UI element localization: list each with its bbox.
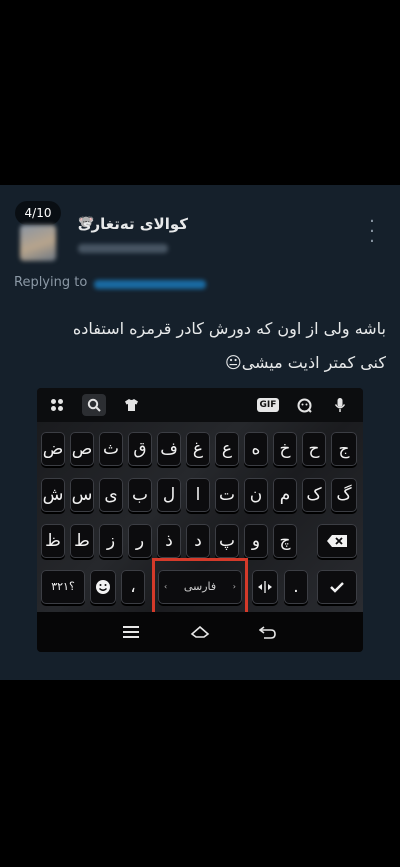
apps-grid-icon[interactable] — [45, 394, 69, 416]
key[interactable]: ص — [70, 432, 94, 466]
key[interactable]: ب — [128, 478, 152, 512]
author-handle-blurred — [78, 244, 168, 253]
key[interactable]: م — [273, 478, 297, 512]
backspace-key[interactable] — [317, 524, 357, 558]
key[interactable]: ف — [157, 432, 181, 466]
key[interactable]: ط — [70, 524, 94, 558]
navigation-bar — [37, 612, 363, 652]
key[interactable]: ل — [157, 478, 181, 512]
key[interactable]: ق — [128, 432, 152, 466]
search-icon[interactable] — [82, 394, 106, 416]
keyboard-toolbar: GIF — [37, 388, 363, 422]
tweet-text-line-1: باشه ولی از اون که دورش کادر قرمزه استفا… — [72, 319, 386, 338]
image-counter: 4/10 — [15, 201, 61, 225]
symbols-key[interactable]: ؟۳۲۱ — [41, 570, 85, 604]
key[interactable]: ی — [99, 478, 123, 512]
key[interactable]: د — [186, 524, 210, 558]
key[interactable]: ن — [244, 478, 268, 512]
period-key[interactable]: . — [284, 570, 308, 604]
key[interactable]: غ — [186, 432, 210, 466]
enter-key[interactable] — [317, 570, 357, 604]
key[interactable]: خ — [273, 432, 297, 466]
key[interactable]: ا — [186, 478, 210, 512]
key[interactable]: ز — [99, 524, 123, 558]
menu-icon[interactable] — [118, 620, 144, 644]
emoji-key[interactable] — [90, 570, 116, 604]
back-icon[interactable] — [255, 620, 281, 644]
key[interactable]: چ — [273, 524, 297, 558]
key[interactable]: ث — [99, 432, 123, 466]
tweet-card: 4/10 🐨 کوالای ته‌تغاری · · · Replying to ب… — [0, 185, 400, 680]
red-highlight-box — [152, 558, 248, 618]
key[interactable]: ظ — [41, 524, 65, 558]
key[interactable]: ع — [215, 432, 239, 466]
key[interactable]: گ — [331, 478, 357, 512]
key[interactable]: ذ — [157, 524, 181, 558]
key[interactable]: ج — [331, 432, 357, 466]
key[interactable]: و — [244, 524, 268, 558]
key[interactable]: ح — [302, 432, 326, 466]
key[interactable]: ه — [244, 432, 268, 466]
home-icon[interactable] — [187, 620, 213, 644]
gif-button[interactable]: GIF — [257, 398, 279, 412]
tweet-text-line-2: کنی کمتر اذیت میشی😐 — [225, 353, 386, 372]
replying-to-label: Replying to — [14, 275, 88, 290]
key[interactable]: ک — [302, 478, 326, 512]
key[interactable]: ت — [215, 478, 239, 512]
key[interactable]: ش — [41, 478, 65, 512]
more-vertical-icon[interactable]: · · · — [366, 213, 378, 251]
tweet-text: باشه ولی از اون که دورش کادر قرمزه استفا… — [14, 312, 386, 380]
key[interactable]: ض — [41, 432, 65, 466]
author-name[interactable]: کوالای ته‌تغاری — [78, 215, 188, 233]
sticker-icon[interactable] — [292, 394, 316, 416]
key[interactable]: پ — [215, 524, 239, 558]
comma-key[interactable]: ، — [121, 570, 145, 604]
cursor-move-key[interactable] — [252, 570, 278, 604]
key[interactable]: س — [70, 478, 94, 512]
avatar[interactable] — [20, 225, 56, 261]
replying-to-mention-blurred[interactable] — [94, 280, 206, 289]
shirt-icon[interactable] — [119, 394, 143, 416]
microphone-icon[interactable] — [328, 394, 352, 416]
key[interactable]: ر — [128, 524, 152, 558]
keyboard-screenshot: GIF ض ص ث ق ف غ ع ه خ ح ج ش س ی ب ل ا ت … — [37, 388, 363, 652]
